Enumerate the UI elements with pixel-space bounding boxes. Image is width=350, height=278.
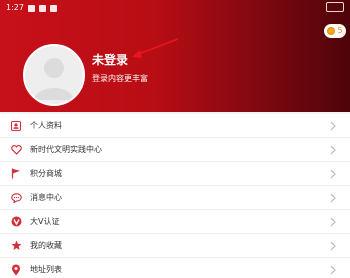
login-tip[interactable]: 登录内容更丰富 (92, 74, 148, 84)
chevron-right-icon (330, 121, 336, 131)
status-time: 1:27 (6, 3, 24, 12)
star-icon (10, 240, 22, 252)
menu-item-label: 地址列表 (30, 264, 62, 274)
battery-icon (326, 2, 344, 12)
flag-icon (10, 168, 22, 180)
menu-item-label: 消息中心 (30, 192, 62, 202)
menu-list: 个人资料 新时代文明实践中心 积分商城 消息中心 大V认证 我的收藏 地址列表 (0, 114, 350, 278)
coin-icon (327, 27, 336, 35)
chevron-right-icon (330, 169, 336, 179)
menu-item-label: 积分商城 (30, 168, 62, 178)
arrow-annotation-icon (132, 38, 179, 58)
notification-icon (27, 4, 35, 12)
username[interactable]: 未登录 (92, 52, 128, 68)
menu-item-v-certification[interactable]: 大V认证 (0, 210, 350, 234)
menu-item-label: 个人资料 (30, 120, 62, 130)
profile-header: 1:27 5 未登录 登录内容更丰富 (0, 0, 350, 112)
default-avatar-icon (25, 46, 83, 104)
chevron-right-icon (330, 241, 336, 251)
menu-item-address-list[interactable]: 地址列表 (0, 258, 350, 278)
chat-bubble-icon (10, 192, 22, 204)
menu-item-favorites[interactable]: 我的收藏 (0, 234, 350, 258)
avatar[interactable] (23, 44, 85, 106)
menu-item-points-mall[interactable]: 积分商城 (0, 162, 350, 186)
menu-item-label: 大V认证 (30, 216, 60, 226)
menu-item-messages[interactable]: 消息中心 (0, 186, 350, 210)
person-icon (10, 120, 22, 132)
notification-icon (49, 4, 57, 12)
menu-item-profile[interactable]: 个人资料 (0, 114, 350, 138)
menu-item-civilization-center[interactable]: 新时代文明实践中心 (0, 138, 350, 162)
chevron-right-icon (330, 265, 336, 275)
points-value: 5 (337, 26, 343, 35)
menu-item-label: 新时代文明实践中心 (30, 144, 102, 154)
v-badge-icon (10, 216, 22, 228)
location-pin-icon (10, 264, 22, 276)
heart-icon (10, 144, 22, 156)
points-badge[interactable]: 5 (324, 24, 346, 38)
profile-screen: 1:27 5 未登录 登录内容更丰富 个人资料 新时代文明实践中心 积分商城 消… (0, 0, 350, 278)
chevron-right-icon (330, 217, 336, 227)
menu-item-label: 我的收藏 (30, 240, 62, 250)
chevron-right-icon (330, 145, 336, 155)
status-bar: 1:27 (6, 2, 57, 14)
notification-icon (38, 4, 46, 12)
chevron-right-icon (330, 193, 336, 203)
